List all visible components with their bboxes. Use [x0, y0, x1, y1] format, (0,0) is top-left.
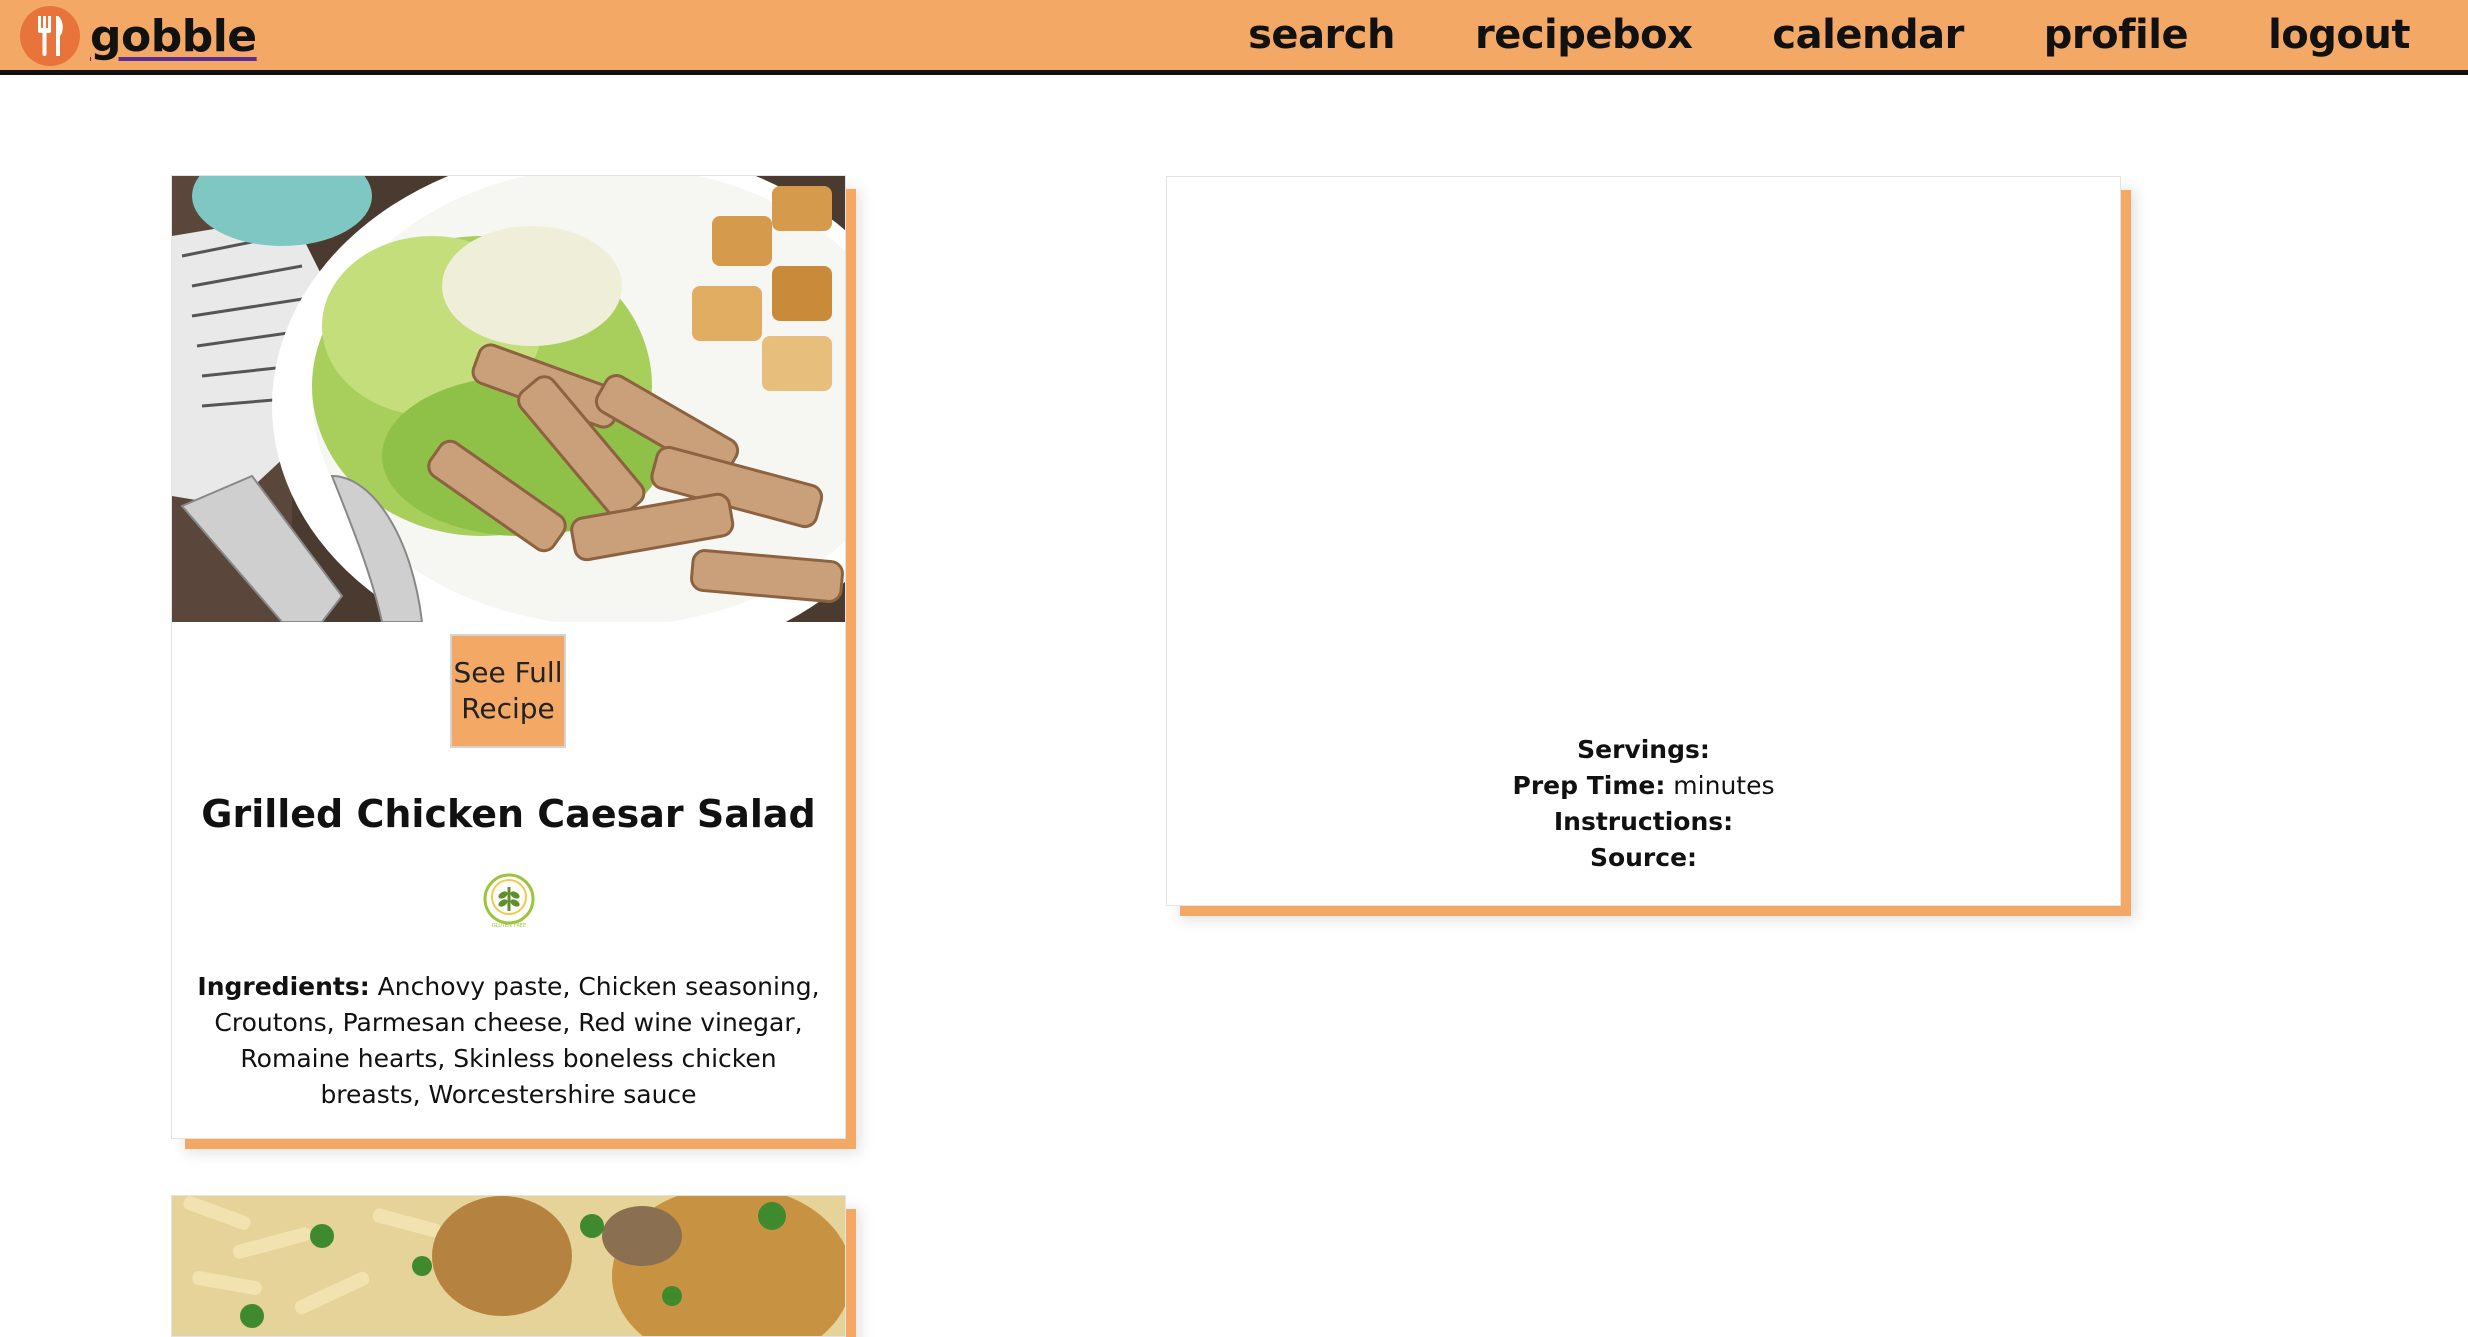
servings-label: Servings: [1577, 735, 1710, 764]
ingredients-label: Ingredients: [197, 972, 370, 1001]
source-label: Source: [1589, 843, 1698, 872]
fork-knife-logo-icon [20, 6, 80, 66]
recipe-detail-panel: Servings: Prep Time: minutes Instruction… [1166, 176, 2121, 906]
servings-row: Servings: [1167, 732, 2120, 768]
recipe-title: Grilled Chicken Caesar Salad [201, 792, 816, 836]
nav-profile[interactable]: profile [2044, 12, 2189, 58]
recipe-card [171, 1195, 846, 1337]
recipe-detail-meta: Servings: Prep Time: minutes Instruction… [1167, 732, 2120, 876]
instructions-row: Instructions: [1167, 804, 2120, 840]
recipe-card: See Full Recipe Grilled Chicken Caesar S… [171, 175, 846, 1139]
prep-time-row: Prep Time: minutes [1167, 768, 2120, 804]
badge-text: GLUTEN FREE [492, 923, 526, 929]
source-row: Source: [1167, 840, 2120, 876]
instructions-label: Instructions: [1553, 807, 1734, 836]
brand[interactable]: gobble [20, 4, 257, 68]
nav-recipebox[interactable]: recipebox [1475, 12, 1693, 58]
prep-time-value: minutes [1673, 771, 1775, 800]
nav-search[interactable]: search [1248, 12, 1395, 58]
brand-name[interactable]: gobble [90, 11, 257, 62]
nav-logout[interactable]: logout [2268, 12, 2410, 58]
recipe-photo [172, 1196, 845, 1336]
prep-time-label: Prep Time: [1512, 771, 1666, 800]
recipe-photo [172, 176, 845, 622]
top-navbar: gobble search recipebox calendar profile… [0, 0, 2468, 75]
ingredients-text: Ingredients: Anchovy paste, Chicken seas… [192, 969, 825, 1113]
nav-calendar[interactable]: calendar [1772, 12, 1964, 58]
gluten-free-badge-icon: GLUTEN FREE [483, 873, 535, 929]
main-nav: search recipebox calendar profile logout [1248, 0, 2468, 70]
see-full-recipe-button[interactable]: See Full Recipe [450, 634, 566, 748]
